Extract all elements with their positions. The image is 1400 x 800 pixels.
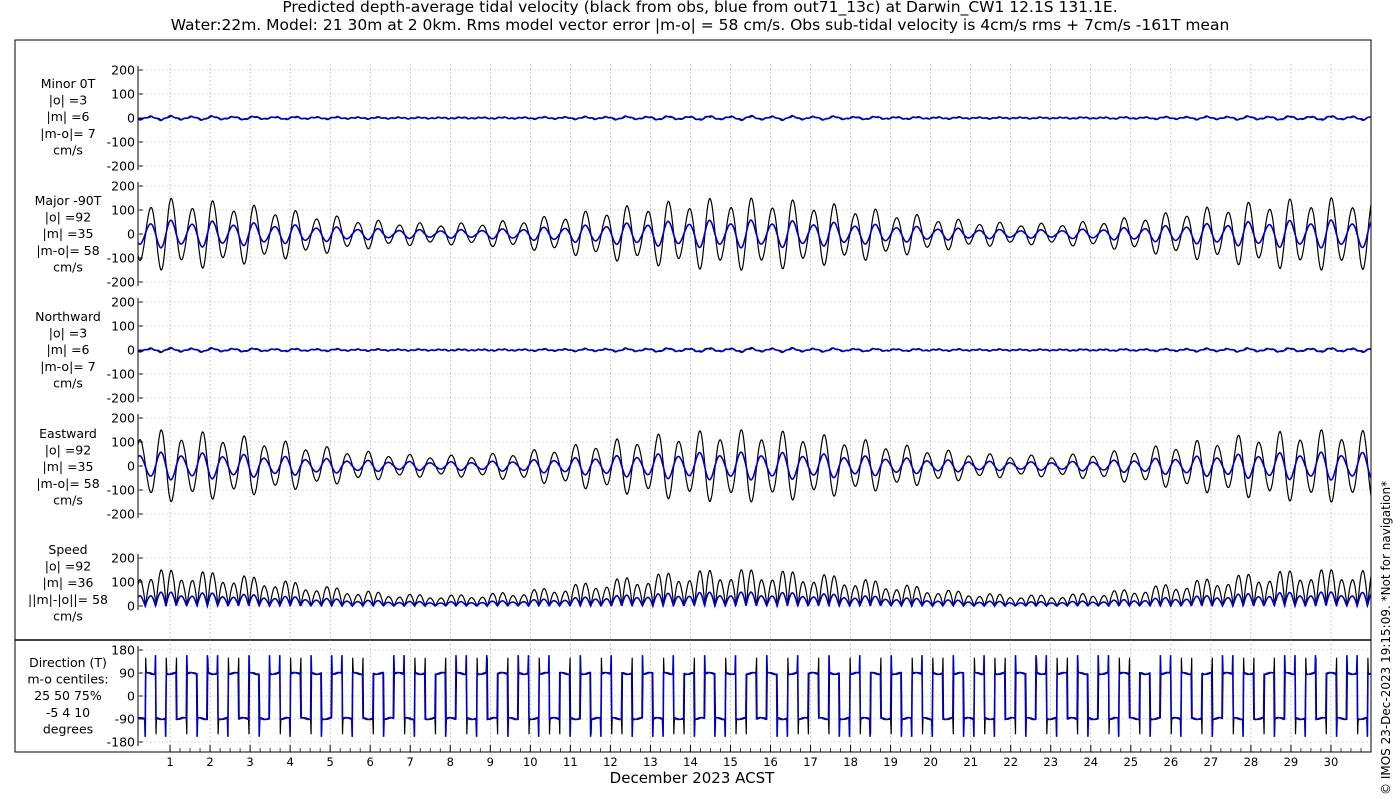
y-tick-label: 0 — [127, 227, 135, 242]
y-tick-label: -90 — [115, 712, 135, 727]
tidal-velocity-figure: 1 2 3 4 5 6 7 8 9 10 11 12 13 14 15 16 17 18 19 20 21 22 23 24 2… — [14, 39, 1372, 787]
panel-label-line: Speed — [48, 542, 87, 557]
y-tick-label: -200 — [107, 507, 135, 522]
panel-label-line: |o| =3 — [49, 326, 87, 341]
y-tick-label: 100 — [111, 203, 135, 218]
panel-label-line: cm/s — [53, 492, 83, 507]
x-tick-label: 1 — [166, 755, 173, 769]
x-tick-label: 6 — [367, 755, 374, 769]
panel-label-line: cm/s — [53, 375, 83, 390]
panel-label-line: |m-o|= 58 — [36, 243, 99, 258]
y-tick-label: 200 — [111, 63, 135, 78]
y-tick-label: 0 — [127, 343, 135, 358]
y-tick-label: 0 — [127, 689, 135, 704]
panel-label-line: |m| =36 — [43, 575, 94, 590]
y-tick-label: -100 — [107, 251, 135, 266]
panel-label-line: |o| =3 — [49, 93, 87, 108]
x-tick-label: 11 — [563, 755, 578, 769]
panel-label-line: cm/s — [53, 608, 83, 623]
x-tick-label: 19 — [883, 755, 898, 769]
panel-label-line: |o| =92 — [45, 443, 91, 458]
y-tick-label: 200 — [111, 551, 135, 566]
panel-label-line: degrees — [43, 721, 93, 736]
panel-label-line: Eastward — [39, 426, 97, 441]
panel-label-line: |m| =6 — [47, 109, 90, 124]
y-tick-label: 0 — [127, 599, 135, 614]
copyright-text: © IMOS 23-Dec-2023 19:15:09. *Not for na… — [1379, 481, 1393, 795]
y-tick-label: 180 — [111, 643, 135, 658]
x-tick-label: 29 — [1284, 755, 1299, 769]
panel-label-line: Northward — [35, 309, 101, 324]
copyright-notice: © IMOS 23-Dec-2023 19:15:09. *Not for na… — [1379, 481, 1393, 795]
x-tick-label: 23 — [1043, 755, 1058, 769]
panel-label-line: Direction (T) — [29, 655, 107, 670]
y-tick-label: -100 — [107, 483, 135, 498]
x-tick-label: 17 — [803, 755, 818, 769]
panel-label-line: 25 50 75% — [34, 688, 102, 703]
x-tick-label: 9 — [487, 755, 494, 769]
x-tick-label: 16 — [763, 755, 778, 769]
x-tick-label: 18 — [843, 755, 858, 769]
panel-label-line: Major -90T — [35, 193, 102, 208]
y-tick-label: -180 — [107, 735, 135, 750]
x-tick-label: 7 — [407, 755, 414, 769]
panel-label-line: cm/s — [53, 259, 83, 274]
x-tick-label: 20 — [923, 755, 938, 769]
x-tick-label: 3 — [246, 755, 253, 769]
x-tick-label: 4 — [286, 755, 293, 769]
x-tick-label: 14 — [683, 755, 698, 769]
x-tick-label: 5 — [326, 755, 333, 769]
x-tick-label: 21 — [963, 755, 978, 769]
x-tick-label: 2 — [206, 755, 213, 769]
x-tick-label: 27 — [1204, 755, 1219, 769]
x-tick-label: 8 — [447, 755, 454, 769]
x-tick-label: 30 — [1324, 755, 1339, 769]
panel-label-line: |o| =92 — [45, 210, 91, 225]
y-tick-label: -200 — [107, 391, 135, 406]
x-tick-label: 25 — [1123, 755, 1138, 769]
y-tick-label: -100 — [107, 135, 135, 150]
panel-label-line: ||m|-|o||= 58 — [28, 592, 108, 607]
y-tick-label: 100 — [111, 575, 135, 590]
figure-frame — [14, 39, 1372, 753]
y-tick-label: -200 — [107, 275, 135, 290]
panel-label-line: |m-o|= 58 — [36, 476, 99, 491]
panel-label-line: |m| =6 — [47, 342, 90, 357]
x-tick-label: 22 — [1003, 755, 1018, 769]
x-tick-label: 13 — [643, 755, 658, 769]
y-tick-label: 0 — [127, 111, 135, 126]
panel-label-line: |o| =92 — [45, 559, 91, 574]
panel-label-line: |m-o|= 7 — [40, 359, 95, 374]
panel-label-line: |m-o|= 7 — [40, 126, 95, 141]
panel-label-line: |m| =35 — [43, 226, 94, 241]
y-tick-label: 200 — [111, 411, 135, 426]
x-tick-label: 15 — [723, 755, 738, 769]
x-tick-label: 24 — [1083, 755, 1098, 769]
y-tick-label: 200 — [111, 295, 135, 310]
panel-label-line: |m| =35 — [43, 459, 94, 474]
x-tick-label: 10 — [523, 755, 538, 769]
x-tick-label: 28 — [1244, 755, 1259, 769]
y-tick-label: 100 — [111, 435, 135, 450]
y-tick-label: 0 — [127, 459, 135, 474]
panel-label-line: cm/s — [53, 142, 83, 157]
x-tick-label: 12 — [603, 755, 618, 769]
x-axis-label: December 2023 ACST — [610, 769, 775, 787]
y-tick-label: -100 — [107, 367, 135, 382]
y-tick-label: 100 — [111, 319, 135, 334]
panel-label-line: m-o centiles: — [27, 672, 108, 687]
x-tick-label: 26 — [1164, 755, 1179, 769]
panel-label-line: -5 4 10 — [46, 705, 90, 720]
panel-label-line: Minor 0T — [41, 76, 96, 91]
y-tick-label: 100 — [111, 87, 135, 102]
y-tick-label: 90 — [119, 666, 135, 681]
y-tick-label: -200 — [107, 159, 135, 174]
y-tick-label: 200 — [111, 179, 135, 194]
